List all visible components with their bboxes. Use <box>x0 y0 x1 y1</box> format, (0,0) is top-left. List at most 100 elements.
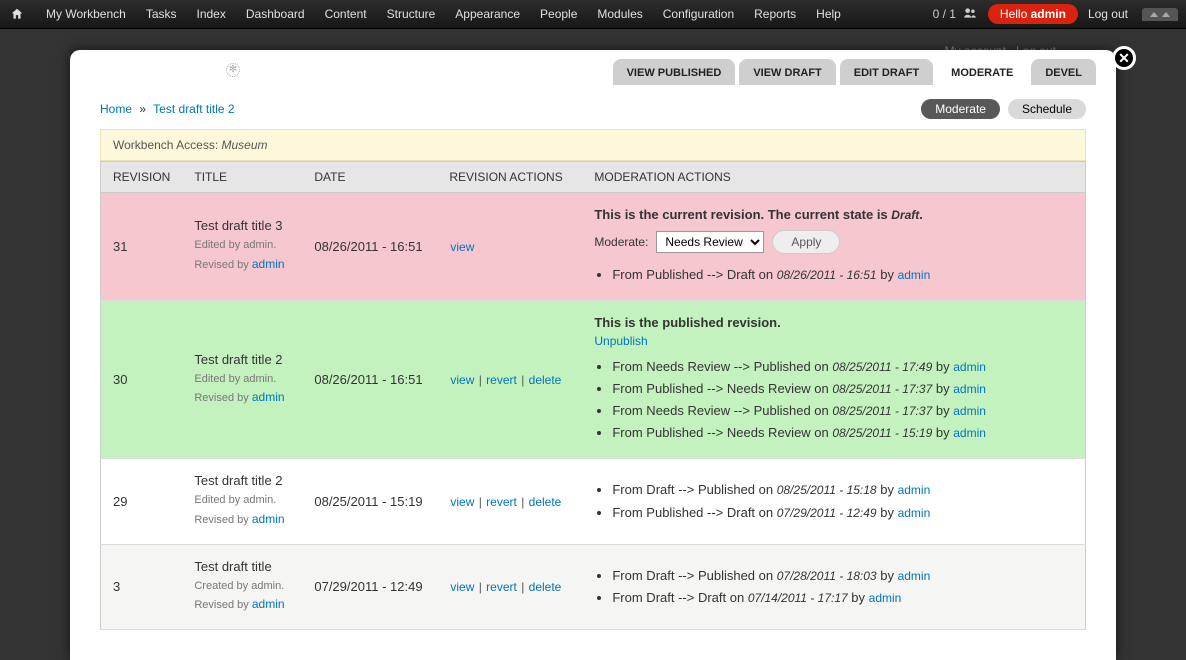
admin-menu-item[interactable]: My Workbench <box>36 0 136 29</box>
breadcrumb-home[interactable]: Home <box>100 102 132 116</box>
revision-actions: view | revert | delete <box>437 459 582 544</box>
page-title: Test draft title 2 History ✻ <box>70 63 613 83</box>
revert-link[interactable]: revert <box>486 580 517 594</box>
row-title: Test draft title <box>194 559 290 574</box>
admin-menu-item[interactable]: Index <box>187 0 236 29</box>
column-header: REVISION ACTIONS <box>437 162 582 193</box>
view-link[interactable]: view <box>450 373 474 387</box>
view-link[interactable]: view <box>450 580 474 594</box>
logout-link[interactable]: Log out <box>1088 7 1128 21</box>
revert-link[interactable]: revert <box>486 373 517 387</box>
apply-button[interactable]: Apply <box>772 230 840 254</box>
row-meta: Revised by admin <box>194 510 290 530</box>
row-meta: Edited by admin. <box>194 371 290 389</box>
revision-id: 29 <box>101 459 183 544</box>
delete-link[interactable]: delete <box>529 495 562 509</box>
moderation-cell: This is the current revision. The curren… <box>582 193 1085 301</box>
overlay-panel: ✕ Test draft title 2 History ✻ VIEW PUBL… <box>70 50 1116 660</box>
unpublish-link[interactable]: Unpublish <box>594 334 647 348</box>
admin-menu-item[interactable]: Modules <box>587 0 652 29</box>
overlay-tabs: VIEW PUBLISHEDVIEW DRAFTEDIT DRAFTMODERA… <box>613 59 1096 85</box>
tab-edit-draft[interactable]: EDIT DRAFT <box>840 59 933 85</box>
user-link[interactable]: admin <box>252 597 285 611</box>
delete-link[interactable]: delete <box>529 373 562 387</box>
history-item: From Draft --> Published on 07/28/2011 -… <box>612 565 1073 587</box>
history-list: From Draft --> Published on 07/28/2011 -… <box>612 565 1073 609</box>
admin-menu-item[interactable]: Configuration <box>653 0 744 29</box>
tab-devel[interactable]: DEVEL <box>1031 59 1096 85</box>
revision-id: 30 <box>101 301 183 459</box>
admin-menu-item[interactable]: Help <box>806 0 851 29</box>
row-meta: Revised by admin <box>194 595 290 615</box>
history-item: From Published --> Draft on 08/26/2011 -… <box>612 264 1073 286</box>
tab-view-published[interactable]: VIEW PUBLISHED <box>613 59 736 85</box>
admin-menu-item[interactable]: Reports <box>744 0 806 29</box>
close-icon[interactable]: ✕ <box>1112 46 1136 70</box>
row-meta: Revised by admin <box>194 255 290 275</box>
admin-menu-item[interactable]: People <box>530 0 587 29</box>
revision-id: 31 <box>101 193 183 301</box>
user-link[interactable]: admin <box>953 404 986 418</box>
admin-menu-item[interactable]: Tasks <box>136 0 187 29</box>
column-header: REVISION <box>101 162 183 193</box>
table-row: 30Test draft title 2Edited by admin.Revi… <box>101 301 1086 459</box>
gear-icon[interactable]: ✻ <box>226 63 240 77</box>
column-header: TITLE <box>182 162 302 193</box>
user-link[interactable]: admin <box>898 569 931 583</box>
breadcrumb-leaf[interactable]: Test draft title 2 <box>153 102 234 116</box>
row-title: Test draft title 3 <box>194 218 290 233</box>
view-link[interactable]: view <box>450 495 474 509</box>
row-meta: Created by admin. <box>194 578 290 596</box>
user-count: 0 / 1 <box>933 7 956 21</box>
row-date: 08/26/2011 - 16:51 <box>302 193 437 301</box>
admin-toolbar: My WorkbenchTasksIndexDashboardContentSt… <box>0 0 1186 29</box>
moderation-cell: This is the published revision.Unpublish… <box>582 301 1085 459</box>
user-link[interactable]: admin <box>953 360 986 374</box>
user-link[interactable]: admin <box>252 512 285 526</box>
revert-link[interactable]: revert <box>486 495 517 509</box>
delete-link[interactable]: delete <box>529 580 562 594</box>
hello-badge[interactable]: Hello admin <box>988 4 1078 24</box>
history-list: From Published --> Draft on 08/26/2011 -… <box>612 264 1073 286</box>
history-item: From Needs Review --> Published on 08/25… <box>612 356 1073 378</box>
history-item: From Published --> Draft on 07/29/2011 -… <box>612 502 1073 524</box>
subtab-moderate[interactable]: Moderate <box>921 99 1000 119</box>
user-link[interactable]: admin <box>898 506 931 520</box>
history-item: From Published --> Needs Review on 08/25… <box>612 422 1073 444</box>
admin-menu-item[interactable]: Appearance <box>445 0 530 29</box>
admin-menu-item[interactable]: Content <box>315 0 377 29</box>
revision-actions: view | revert | delete <box>437 301 582 459</box>
user-link[interactable]: admin <box>953 382 986 396</box>
row-title: Test draft title 2 <box>194 473 290 488</box>
admin-menu-item[interactable]: Structure <box>377 0 446 29</box>
table-row: 31 Test draft title 3 Edited by admin.Revi… <box>101 193 1086 301</box>
workbench-access-bar: Workbench Access: Museum <box>100 129 1086 161</box>
breadcrumb: Home » Test draft title 2 <box>100 102 921 116</box>
row-meta: Edited by admin. <box>194 237 290 255</box>
user-link[interactable]: admin <box>898 268 931 282</box>
subtab-schedule[interactable]: Schedule <box>1008 99 1086 119</box>
revision-table: REVISIONTITLEDATEREVISION ACTIONSMODERAT… <box>100 161 1086 630</box>
revision-actions: view <box>437 193 582 301</box>
tab-view-draft[interactable]: VIEW DRAFT <box>739 59 835 85</box>
moderate-state-select[interactable]: Needs Review <box>656 231 764 253</box>
view-link[interactable]: view <box>450 240 474 254</box>
user-link[interactable]: admin <box>898 483 931 497</box>
column-header: DATE <box>302 162 437 193</box>
history-item: From Draft --> Draft on 07/14/2011 - 17:… <box>612 587 1073 609</box>
row-meta: Edited by admin. <box>194 492 290 510</box>
row-date: 08/26/2011 - 16:51 <box>302 301 437 459</box>
admin-menu-item[interactable]: Dashboard <box>236 0 315 29</box>
user-link[interactable]: admin <box>252 257 285 271</box>
home-icon[interactable] <box>8 5 26 23</box>
row-meta: Revised by admin <box>194 388 290 408</box>
shortcut-toggle[interactable] <box>1142 8 1178 21</box>
history-list: From Needs Review --> Published on 08/25… <box>612 356 1073 444</box>
users-icon <box>962 6 978 23</box>
user-link[interactable]: admin <box>252 390 285 404</box>
history-item: From Needs Review --> Published on 08/25… <box>612 400 1073 422</box>
user-link[interactable]: admin <box>953 426 986 440</box>
tab-moderate[interactable]: MODERATE <box>937 59 1027 85</box>
user-link[interactable]: admin <box>869 591 902 605</box>
table-row: 29 Test draft title 2 Edited by admin.Revi… <box>101 459 1086 544</box>
